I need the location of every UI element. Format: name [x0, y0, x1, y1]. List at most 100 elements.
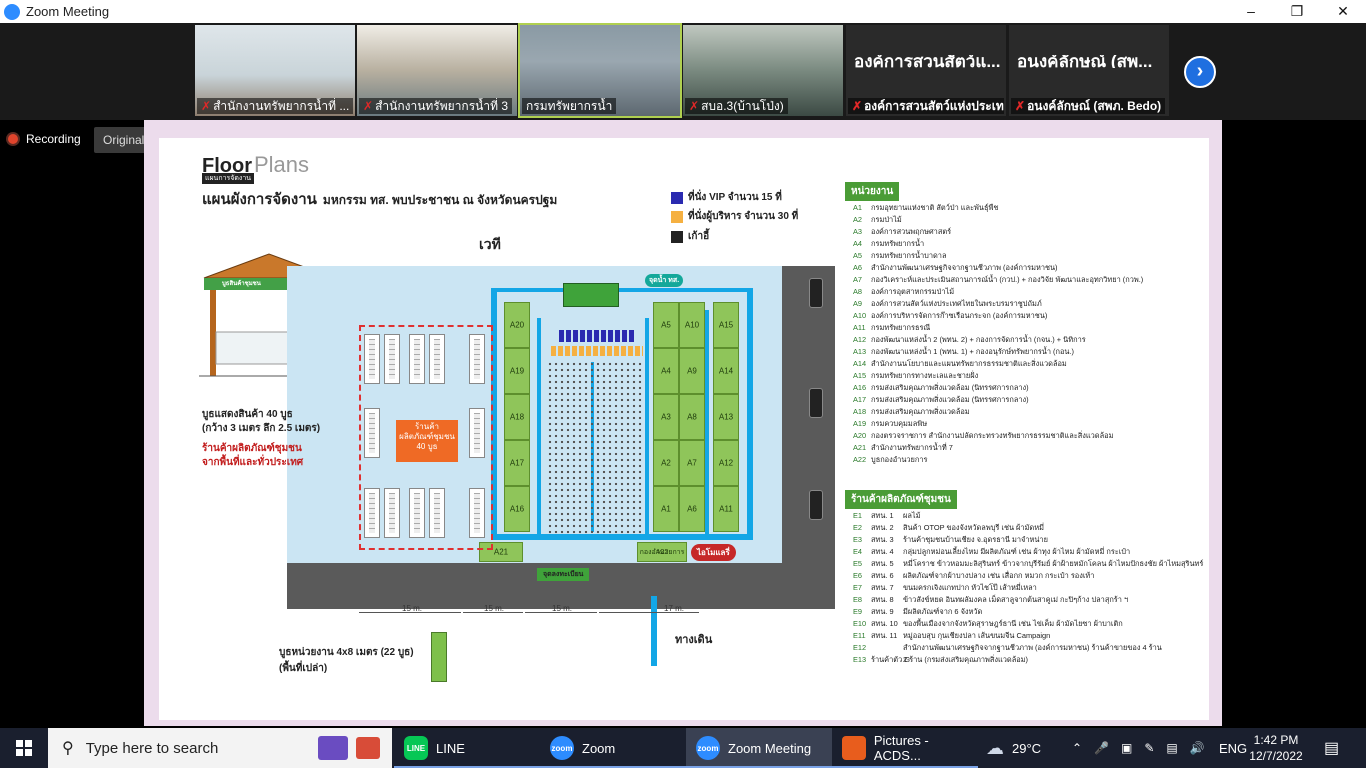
unit-row-cell: A9: [853, 299, 863, 308]
participant-name-label: ✗ สำนักงานทรัพยากรน้ำที่ 3: [359, 98, 512, 114]
window-titlebar: Zoom Meeting – ❐ ✕: [0, 0, 1366, 23]
taskbar-clock[interactable]: 1:42 PM 12/7/2022: [1240, 732, 1312, 764]
start-button[interactable]: [0, 728, 48, 768]
shop-row-cell: E12: [853, 643, 867, 652]
shop-row-cell: หมี่โคราช ข้าวหอมมะลิสุรินทร์ ข้าวจากบุร…: [903, 559, 1204, 568]
tent-row: [429, 334, 445, 384]
toilet-label: ไอโมแลรี่: [691, 544, 736, 561]
unit-row: A8 องค์การอุตสาหกรรมป่าไม้: [853, 286, 1143, 298]
booth: A15: [713, 302, 739, 348]
shop-row-cell: E13: [853, 655, 867, 664]
search-placeholder: Type here to search: [85, 739, 219, 757]
tent-row: [429, 488, 445, 538]
dimension-label: 15 m.: [552, 604, 573, 613]
booth: A5: [653, 302, 679, 348]
maximize-button[interactable]: ❐: [1274, 0, 1320, 23]
unit-row-cell: A14: [853, 359, 867, 368]
booth: A14: [713, 348, 739, 394]
unit-row-cell: A8: [853, 287, 863, 296]
unit-row-cell: A18: [853, 407, 867, 416]
zoom-icon: zoom: [696, 736, 720, 760]
participant-tile[interactable]: องค์การสวนสัตว์แ... ✗ องค์การสวนสัตว์แห่ง…: [846, 25, 1006, 116]
legend-item: ที่นั่ง VIP จำนวน 15 ที่: [671, 190, 782, 205]
network-icon[interactable]: ▤: [1166, 741, 1177, 755]
floor-subtitle: แผนการจัดงาน: [202, 173, 254, 184]
shop-row-cell: ร้านค้าชุมชนบ้านเชียง จ.อุดรธานี มาจำหน่…: [903, 535, 1048, 544]
unit-row-cell: สำนักงานนโยบายและแผนทรัพยากรธรรมชาติและส…: [871, 359, 1067, 368]
booth-note: ร้านค้าผลิตภัณฑ์ชุมชน: [202, 443, 302, 454]
shop-row-cell: สทน. 8: [871, 595, 894, 604]
participant-tile[interactable]: ✗ สำนักงานทรัพยากรน้ำที่ ...: [195, 25, 355, 116]
wall: [491, 288, 753, 292]
shop-row-cell: E11: [853, 631, 866, 640]
unit-row: A16 กรมส่งเสริมคุณภาพสิ่งแวดล้อม (นิทรรศก…: [853, 382, 1143, 394]
stage-label: เวที: [479, 236, 501, 252]
participant-tile-active-speaker[interactable]: กรมทรัพยากรน้ำ: [518, 23, 682, 118]
booth: A19: [504, 348, 530, 394]
shop-row: E2 สทน. 2 สินค้า OTOP ของจังหวัดลพบุรี เช่…: [853, 522, 1203, 534]
taskbar-app-zoom[interactable]: zoom Zoom: [540, 728, 686, 768]
unit-row-cell: A16: [853, 383, 867, 392]
recording-indicator[interactable]: Recording: [8, 128, 81, 150]
booth: A17: [504, 440, 530, 486]
shop-row-cell: ผลไม้: [903, 511, 921, 520]
windows-taskbar: ⚲ Type here to search LINE LINE zoom Zoom …: [0, 728, 1366, 768]
participant-tile[interactable]: อนงค์ลักษณ์ (สพ... ✗ อนงค์ลักษณ์ (สพภ. Be…: [1009, 25, 1169, 116]
booth: A10: [679, 302, 705, 348]
shop-row-cell: E8: [853, 595, 863, 604]
taskbar-app-zoom-meeting[interactable]: zoom Zoom Meeting: [686, 728, 832, 768]
unit-row: A1 กรมอุทยานแห่งชาติ สัตว์ป่า และพันธุ์พื…: [853, 202, 1143, 214]
shop-row-cell: E10: [853, 619, 867, 628]
booth: A11: [713, 486, 739, 532]
taskbar-search-box[interactable]: ⚲ Type here to search: [48, 728, 392, 768]
unit-row: A18 กรมส่งเสริมคุณภาพสิ่งแวดล้อม: [853, 406, 1143, 418]
audience-seats: [547, 361, 643, 536]
car-icon: [809, 278, 823, 308]
shop-row-cell: [871, 642, 903, 654]
microphone-icon[interactable]: 🎤: [1094, 741, 1109, 755]
shop-row: E6 สทน. 6 ผลิตภัณฑ์จากผ้าบางปลาง เช่น เสื่…: [853, 570, 1203, 582]
shop-row-cell: สำนักงานพัฒนาเศรษฐกิจจากฐานชีวภาพ (องค์ก…: [903, 643, 1162, 652]
volume-icon[interactable]: 🔊: [1190, 741, 1205, 755]
unit-row-cell: องค์การสวนพฤกษศาสตร์: [871, 227, 952, 236]
pen-icon[interactable]: ✎: [1144, 741, 1154, 755]
minimize-button[interactable]: –: [1228, 0, 1274, 23]
next-participants-button[interactable]: ›: [1184, 56, 1216, 88]
tent-row: [364, 488, 380, 538]
unit-row: A3 องค์การสวนพฤกษศาสตร์: [853, 226, 1143, 238]
units-heading: หน่วยงาน: [845, 182, 900, 201]
shop-row-cell: 2 ร้าน (กรมส่งเสริมคุณภาพสิ่งแวดล้อม): [903, 655, 1028, 664]
participant-tile[interactable]: ✗ สบอ.3(บ้านโป่ง): [683, 25, 843, 116]
vip-seats: [559, 330, 635, 342]
taskbar-app-line[interactable]: LINE LINE: [394, 728, 540, 768]
search-highlight-icon: [356, 737, 380, 759]
shop-row: E11 สทน. 11 หมู่ออบสุบ กุนเชียงปลา เส้นขนม…: [853, 630, 1203, 642]
unit-row: A13 กองพัฒนาแหล่งน้ำ 1 (พทน. 1) + กองอนุร…: [853, 346, 1143, 358]
units-list: A1 กรมอุทยานแห่งชาติ สัตว์ป่า และพันธุ์พื…: [853, 202, 1143, 466]
unit-row-cell: กรมควบคุมมลพิษ: [871, 419, 928, 428]
shop-row-cell: สทน. 5: [871, 559, 894, 568]
chevron-up-icon[interactable]: ⌃: [1072, 741, 1082, 755]
tent-row: [409, 334, 425, 384]
taskbar-app-acdsee[interactable]: Pictures - ACDS...: [832, 728, 978, 768]
shops-list: E1 สทน. 1 ผลไม้ E2 สทน. 2 สินค้า OTOP ของจังห…: [853, 510, 1203, 666]
booth: A6: [679, 486, 705, 532]
camera-icon[interactable]: ▣: [1121, 741, 1132, 755]
agency-booth-note: (พื้นที่เปล่า): [279, 663, 328, 674]
shop-row: E13 ร้านค้าตัว G2 ร้าน (กรมส่งเสริมคุณภาพ…: [853, 654, 1203, 666]
wall: [537, 318, 541, 538]
notifications-icon[interactable]: ▤: [1324, 728, 1339, 768]
unit-row-cell: องค์การอุตสาหกรรมป่าไม้: [871, 287, 955, 296]
close-button[interactable]: ✕: [1320, 0, 1366, 23]
search-highlight-icon: [318, 736, 348, 760]
unit-row-cell: กรมส่งเสริมคุณภาพสิ่งแวดล้อม (นิทรรศการก…: [871, 383, 1029, 392]
participant-tile[interactable]: ✗ สำนักงานทรัพยากรน้ำที่ 3: [357, 25, 517, 116]
unit-row-cell: กองตรวจราชการ สำนักงานปลัดกระทรวงทรัพยาก…: [871, 431, 1114, 440]
walkway-label: ทางเดิน: [675, 634, 713, 646]
unit-row: A22 บูธกองอำนวยการ: [853, 454, 1143, 466]
window-title: Zoom Meeting: [26, 4, 110, 19]
weather-widget[interactable]: ☁ 29°C: [986, 728, 1041, 768]
shop-row-cell: สทน. 9: [871, 607, 894, 616]
windows-logo-icon: [16, 740, 32, 756]
walkway-marker: [651, 596, 657, 666]
